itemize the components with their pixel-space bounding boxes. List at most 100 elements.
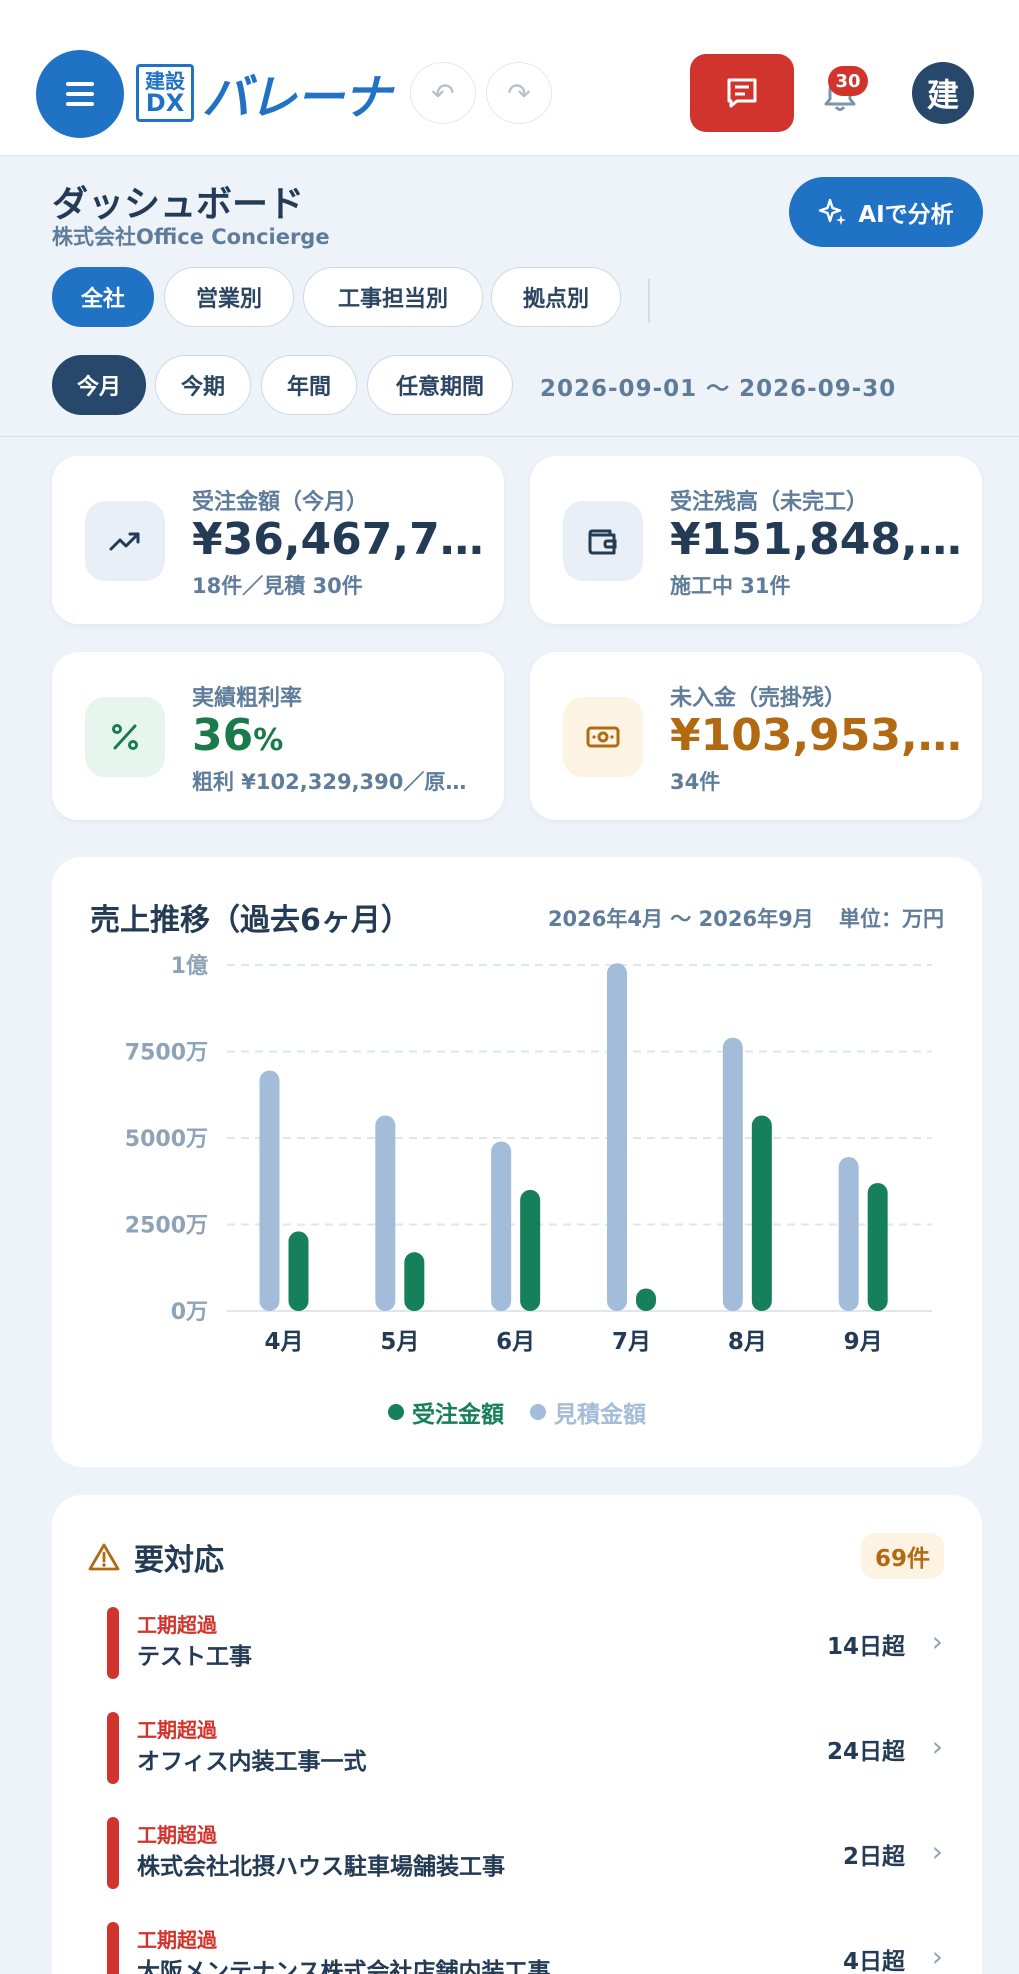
kpi-sub: 34件: [670, 770, 721, 794]
legend-item-estimates[interactable]: 見積金額: [530, 1395, 646, 1429]
chevron-right-icon: ›: [931, 1835, 943, 1868]
alert-days-over: 4日超: [842, 1949, 905, 1974]
x-tick-label: 7月: [612, 1329, 651, 1355]
kpi-value-number: 36: [192, 710, 254, 761]
bar-estimate: [838, 1157, 859, 1311]
kpi-label: 実績粗利率: [192, 686, 303, 711]
logo-mark: 建設 DX: [136, 64, 194, 122]
legend-label: 見積金額: [554, 1402, 646, 1428]
tab-period-month[interactable]: 今月: [52, 355, 146, 415]
ai-analyze-button[interactable]: AIで分析: [789, 177, 983, 247]
app-logo[interactable]: 建設 DX バレーナ: [136, 62, 391, 126]
alert-row[interactable]: 工期超過 大阪メンテナンス株式会社店舗内装工事 4日超 ›: [107, 1922, 947, 1974]
undo-button[interactable]: ↶: [410, 62, 476, 124]
kpi-icon-box: [85, 697, 165, 777]
alert-project-name: オフィス内装工事一式: [137, 1749, 367, 1775]
chevron-right-icon: ›: [931, 1940, 943, 1973]
x-tick-label: 6月: [496, 1329, 535, 1355]
logo-mark-bottom: DX: [145, 89, 185, 117]
tab-group-construction[interactable]: 工事担当別: [303, 267, 483, 327]
x-tick-label: 5月: [380, 1329, 419, 1355]
redo-icon: ↷: [507, 76, 531, 110]
redo-button[interactable]: ↷: [486, 62, 552, 124]
alert-row[interactable]: 工期超過株式会社北摂ハウス駐車場舗装工事 2日超 ›: [107, 1817, 947, 1889]
alert-row[interactable]: 工期超過 テスト工事 14日超 ›: [107, 1607, 947, 1679]
kpi-sub: 18件／見積 30件: [192, 574, 363, 598]
bar-estimate: [491, 1141, 512, 1311]
bar-estimate: [607, 963, 627, 1311]
legend-dot: [530, 1404, 546, 1420]
chat-button[interactable]: [690, 54, 794, 132]
alert-days-over: 14日超: [826, 1634, 905, 1660]
bar-order: [636, 1288, 656, 1311]
filter-divider: [648, 279, 650, 323]
alert-stripe: [107, 1922, 119, 1974]
x-tick-label: 8月: [728, 1329, 767, 1355]
chevron-right-icon: ›: [931, 1730, 943, 1763]
sales-trend-card: 売上推移（過去6ヶ月） 2026年4月 〜 2026年9月 単位：万円 0万 25…: [52, 857, 982, 1467]
alert-row[interactable]: 工期超過オフィス内装工事一式 24日超 ›: [107, 1712, 947, 1784]
chart-legend: 受注金額 見積金額: [52, 1395, 982, 1429]
tab-group-sales[interactable]: 営業別: [164, 267, 294, 327]
action-required-card: 要対応 69件 工期超過 テスト工事 14日超 › 工期超過 オフィス内装工事一式 24日超…: [52, 1495, 982, 1974]
kpi-value: ¥103,953,…: [670, 710, 962, 761]
cash-icon: [586, 726, 620, 748]
tab-period-term[interactable]: 今期: [155, 355, 251, 415]
kpi-icon-box: [85, 501, 165, 581]
kpi-value: 36%: [192, 710, 492, 761]
tab-group-branch[interactable]: 拠点別: [491, 267, 621, 327]
legend-item-orders[interactable]: 受注金額: [388, 1395, 504, 1429]
chevron-right-icon: ›: [931, 1625, 943, 1658]
alert-stripe: [107, 1712, 119, 1784]
bar-order: [288, 1231, 309, 1311]
alert-type: 工期超過: [137, 1718, 217, 1742]
ai-analyze-label: AIで分析: [858, 202, 954, 228]
bar-estimate: [375, 1115, 396, 1311]
alert-stripe: [107, 1817, 119, 1889]
bar-order: [520, 1189, 541, 1311]
y-tick-label: 2500万: [125, 1214, 208, 1239]
user-avatar[interactable]: 建: [912, 62, 974, 124]
menu-button[interactable]: [36, 50, 124, 138]
sales-bar-chart: 0万 2500万 5000万 7500万 1億 4月 5月 6月 7月 8月 9月: [125, 953, 932, 1355]
bar-order: [867, 1182, 888, 1311]
bar-order: [751, 1115, 772, 1311]
alert-type: 工期超過: [137, 1613, 217, 1637]
notification-count-badge: 30: [828, 66, 868, 96]
logo-text: バレーナ: [202, 70, 391, 126]
kpi-sub: 粗利 ¥102,329,390／原…: [192, 770, 467, 794]
kpi-value-unit: %: [253, 723, 284, 758]
top-bar: 建設 DX バレーナ ↶ ↷ 30 建: [0, 0, 1019, 156]
x-tick-label: 4月: [264, 1329, 303, 1355]
kpi-label: 未入金（売掛残）: [670, 686, 847, 711]
undo-icon: ↶: [431, 76, 455, 110]
tab-group-all[interactable]: 全社: [52, 267, 154, 327]
kpi-card-orders[interactable]: 受注金額（今月） ¥36,467,709 18件／見積 30件: [52, 456, 504, 624]
kpi-icon-box: [563, 501, 643, 581]
warning-icon: [88, 1543, 120, 1571]
alert-type: 工期超過: [137, 1823, 217, 1847]
y-tick-label: 1億: [171, 953, 208, 979]
company-name: 株式会社Office Concierge: [52, 225, 330, 249]
kpi-value: ¥151,848,…: [670, 514, 962, 565]
trend-up-icon: [109, 532, 140, 551]
y-tick-label: 0万: [171, 1300, 208, 1325]
page-title: ダッシュボード: [52, 184, 305, 225]
percent-icon: [112, 724, 138, 750]
kpi-card-margin[interactable]: 実績粗利率 36% 粗利 ¥102,329,390／原…: [52, 652, 504, 820]
filter-area: ダッシュボード 株式会社Office Concierge AIで分析 全社 営業…: [0, 157, 1019, 437]
kpi-label: 受注金額（今月）: [192, 490, 369, 515]
alert-type: 工期超過: [137, 1928, 217, 1952]
alert-days-over: 2日超: [842, 1844, 905, 1870]
kpi-card-backlog[interactable]: 受注残高（未完工） ¥151,848,… 施工中 31件: [530, 456, 982, 624]
kpi-card-receivable[interactable]: 未入金（売掛残） ¥103,953,… 34件: [530, 652, 982, 820]
sparkle-icon: [819, 198, 847, 225]
alert-project-name: 株式会社北摂ハウス駐車場舗装工事: [137, 1854, 505, 1880]
kpi-icon-box: [563, 697, 643, 777]
tab-period-year[interactable]: 年間: [261, 355, 357, 415]
tab-period-custom[interactable]: 任意期間: [367, 355, 513, 415]
kpi-sub: 施工中 31件: [670, 574, 791, 598]
legend-dot: [388, 1404, 404, 1420]
alert-days-over: 24日超: [826, 1739, 905, 1765]
alert-stripe: [107, 1607, 119, 1679]
